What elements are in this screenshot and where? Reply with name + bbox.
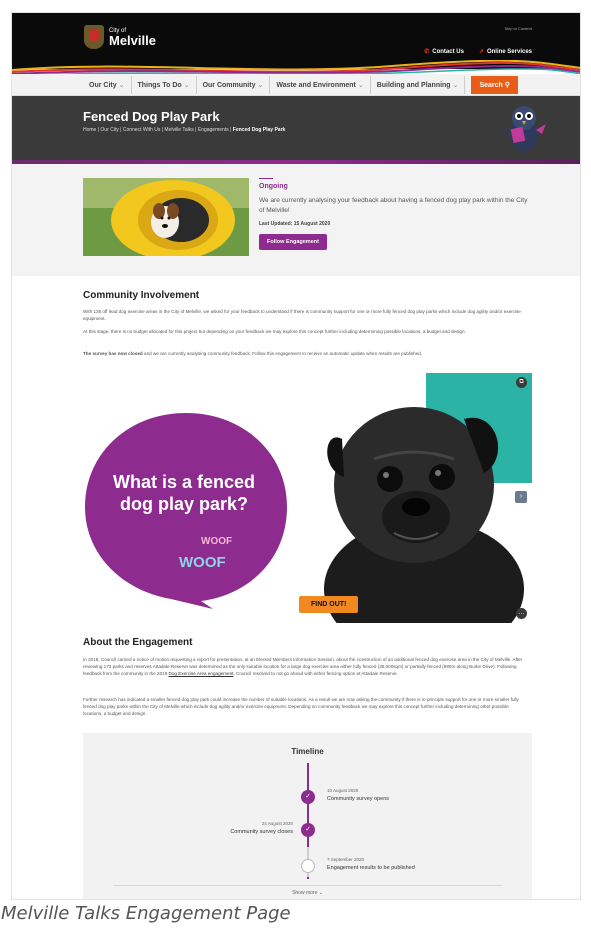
site-header: City of Melville Skip to Content ✆ Contac… (12, 13, 580, 77)
follow-engagement-button[interactable]: Follow Engagement (259, 233, 327, 250)
timeline-label-2: Community survey closes (230, 829, 293, 835)
page-banner: Fenced Dog Play Park Home | Our City | C… (12, 96, 580, 160)
logo-big-text: Melville (109, 32, 156, 48)
status-badge: Ongoing (259, 183, 288, 190)
pug-photo (324, 407, 524, 623)
image-caption: Melville Talks Engagement Page (1, 903, 291, 924)
timeline-date-2: 24 August 2020 (261, 821, 293, 826)
main-navigation: Our City ⌄ Things To Do ⌄ Our Community ⌄ W… (12, 74, 580, 96)
expand-icon[interactable]: ⧉ (516, 377, 527, 388)
contact-us-link[interactable]: ✆ Contact Us (424, 48, 464, 55)
check-icon: ✓ (301, 790, 315, 804)
city-logo[interactable]: City of Melville (84, 25, 156, 49)
nav-waste-environment[interactable]: Waste and Environment ⌄ (270, 76, 371, 94)
chevron-down-icon: ⌄ (183, 82, 190, 89)
check-icon: ✓ (301, 823, 315, 837)
phone-icon: ✆ (424, 49, 430, 55)
nav-building-planning[interactable]: Building and Planning ⌄ (371, 76, 466, 94)
page-title: Fenced Dog Play Park (83, 109, 220, 124)
show-more-button[interactable]: Show more ⌄ (83, 890, 532, 896)
chevron-down-icon: ⌄ (118, 82, 125, 89)
timeline-date-3: 7 September 2020 (327, 857, 365, 862)
status-accent-line (259, 178, 273, 179)
community-para-3: The survey has now closed and we are cur… (83, 351, 423, 356)
skip-to-content-link[interactable]: Skip to Content (505, 26, 532, 31)
dog-tunnel-photo (83, 178, 249, 256)
search-icon: ⚲ (504, 82, 510, 89)
promo-headline: What is a fenced dog play park? (112, 472, 256, 514)
timeline-title: Timeline (291, 747, 324, 756)
more-options-icon[interactable]: … (516, 608, 527, 619)
chevron-down-icon: ⌄ (357, 82, 364, 89)
about-para-2: Further research has indicated a smaller… (83, 697, 519, 717)
nav-our-community[interactable]: Our Community ⌄ (197, 76, 271, 94)
chevron-down-icon: ⌄ (257, 82, 264, 89)
webpage-screenshot: City of Melville Skip to Content ✆ Contac… (11, 12, 581, 900)
timeline-date-1: 10 August 2020 (327, 788, 359, 793)
timeline-panel: Timeline ✓ 10 August 2020 Community surv… (83, 733, 532, 899)
cursor-icon: ➚ (478, 49, 484, 55)
community-para-1: With 138 off lead dog exercise areas in … (83, 309, 521, 322)
nav-things-to-do[interactable]: Things To Do ⌄ (132, 76, 197, 94)
find-out-button[interactable]: FIND OUT! (299, 596, 359, 613)
carousel-next-button[interactable]: › (515, 491, 527, 503)
about-para-1: In 2018, Council carried a notice of mot… (83, 657, 523, 677)
dog-exercise-area-link[interactable]: Dog Exercise Area engagement (169, 671, 234, 676)
woof-big: WOOF (179, 554, 226, 571)
woof-small: WOOF (201, 536, 233, 547)
chevron-down-icon: ⌄ (452, 82, 459, 89)
search-button[interactable]: Search ⚲ (471, 76, 518, 94)
about-heading: About the Engagement (83, 637, 193, 648)
timeline-divider (113, 885, 502, 886)
bird-mascot-icon (502, 106, 546, 151)
breadcrumb[interactable]: Home | Our City | Connect With Us | Melv… (83, 127, 285, 133)
last-updated: Last Updated: 15 August 2020 (259, 220, 331, 227)
pending-circle-icon (301, 859, 315, 873)
nav-our-city[interactable]: Our City ⌄ (83, 76, 132, 94)
engagement-hero: Ongoing We are currently analysing your … (12, 164, 580, 276)
timeline-label-3: Engagement results to be published (327, 865, 415, 871)
community-heading: Community Involvement (83, 290, 200, 301)
promo-carousel[interactable]: What is a fenced dog play park? WOOF WOO… (83, 373, 532, 623)
community-para-2: At this stage, there is no budget alloca… (83, 329, 466, 334)
crest-icon (84, 25, 104, 49)
timeline-label-1: Community survey opens (327, 796, 390, 802)
hero-description: We are currently analysing your feedback… (259, 197, 528, 214)
online-services-link[interactable]: ➚ Online Services (479, 48, 532, 55)
